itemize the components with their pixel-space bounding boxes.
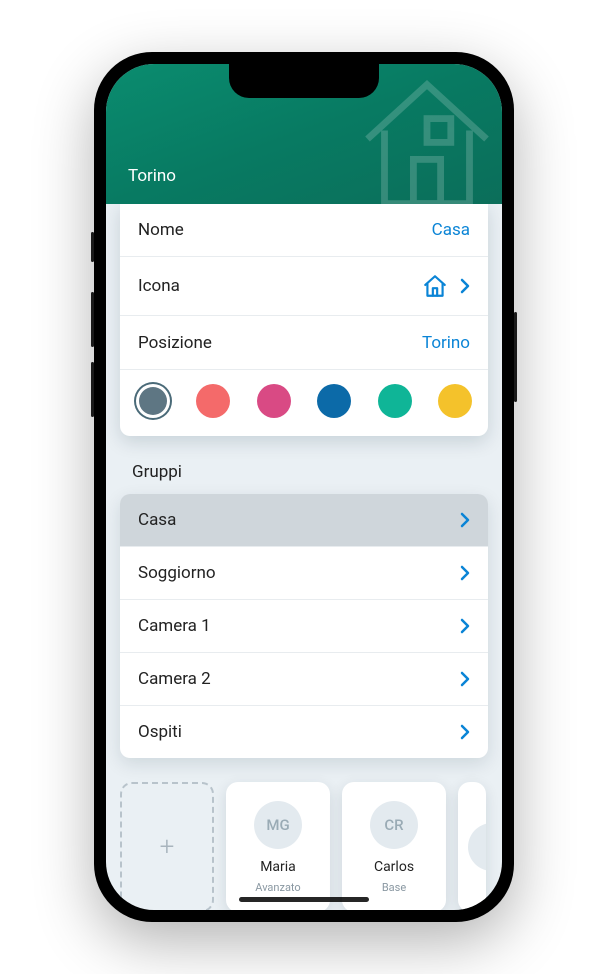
app-header: Torino	[106, 64, 502, 204]
add-user-button[interactable]: +	[120, 782, 214, 910]
group-label: Camera 1	[138, 616, 211, 636]
user-card-0[interactable]: MG Maria Avanzato	[226, 782, 330, 910]
group-label: Soggiorno	[138, 563, 216, 583]
color-option-1[interactable]	[196, 384, 230, 418]
home-icon	[422, 273, 448, 299]
avatar: MG	[254, 801, 302, 849]
color-option-0[interactable]	[136, 384, 170, 418]
settings-card: Nome Casa Icona	[120, 204, 488, 436]
icon-row[interactable]: Icona	[120, 257, 488, 316]
chevron-right-icon	[460, 671, 470, 687]
groups-title: Gruppi	[106, 436, 502, 494]
chevron-right-icon	[460, 278, 470, 294]
color-option-3[interactable]	[317, 384, 351, 418]
user-role: Avanzato	[255, 881, 300, 894]
chevron-right-icon	[460, 724, 470, 740]
house-watermark-icon	[342, 64, 502, 204]
name-value: Casa	[432, 220, 470, 240]
chevron-right-icon	[460, 565, 470, 581]
chevron-right-icon	[460, 512, 470, 528]
group-row-4[interactable]: Ospiti	[120, 706, 488, 758]
header-title: Torino	[128, 166, 176, 186]
color-option-5[interactable]	[438, 384, 472, 418]
color-option-4[interactable]	[378, 384, 412, 418]
groups-list: Casa Soggiorno Camera 1 Camera 2 Ospiti	[120, 494, 488, 758]
user-name: Carlos	[374, 859, 414, 875]
chevron-right-icon	[460, 618, 470, 634]
avatar: CR	[370, 801, 418, 849]
group-row-1[interactable]: Soggiorno	[120, 547, 488, 600]
name-label: Nome	[138, 220, 184, 240]
user-card-peek[interactable]	[458, 782, 486, 910]
group-row-2[interactable]: Camera 1	[120, 600, 488, 653]
phone-frame: Torino Nome Casa Icona	[94, 52, 514, 922]
group-row-0[interactable]: Casa	[120, 494, 488, 547]
app-screen: Torino Nome Casa Icona	[106, 64, 502, 910]
group-label: Camera 2	[138, 669, 211, 689]
avatar	[468, 823, 486, 871]
color-option-2[interactable]	[257, 384, 291, 418]
user-role: Base	[382, 881, 406, 894]
color-picker	[120, 370, 488, 436]
icon-label: Icona	[138, 276, 180, 296]
group-row-3[interactable]: Camera 2	[120, 653, 488, 706]
group-label: Ospiti	[138, 722, 182, 742]
user-name: Maria	[260, 859, 296, 875]
user-card-1[interactable]: CR Carlos Base	[342, 782, 446, 910]
position-row[interactable]: Posizione Torino	[120, 316, 488, 370]
group-label: Casa	[138, 510, 176, 530]
home-indicator	[239, 897, 369, 902]
position-label: Posizione	[138, 333, 212, 353]
position-value: Torino	[422, 333, 470, 353]
name-row[interactable]: Nome Casa	[120, 204, 488, 257]
content-area: Nome Casa Icona	[106, 204, 502, 910]
users-strip: + MG Maria Avanzato CR Carlos Base	[106, 758, 502, 910]
